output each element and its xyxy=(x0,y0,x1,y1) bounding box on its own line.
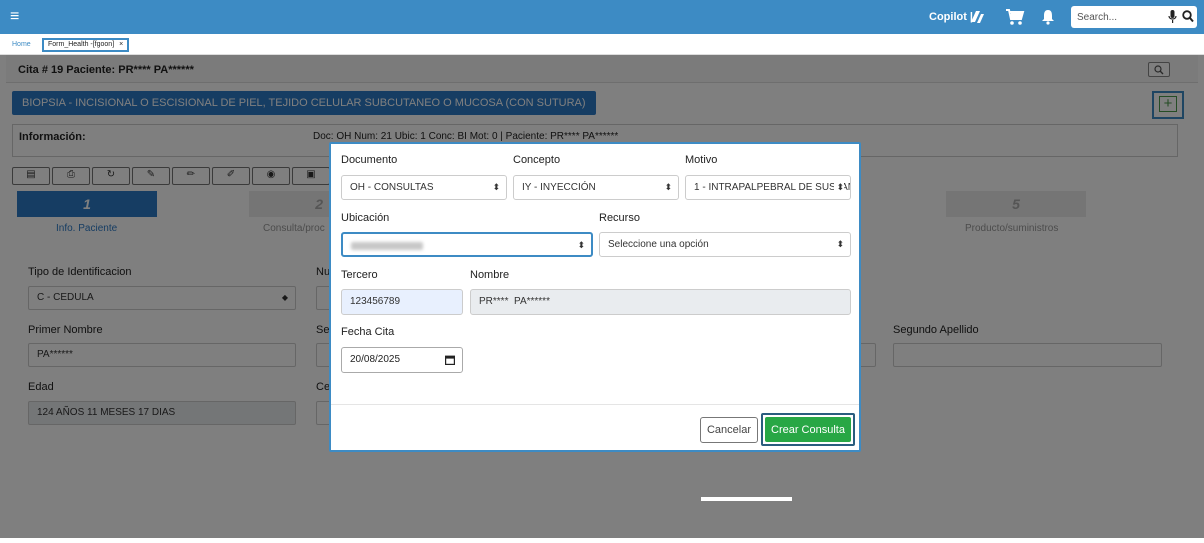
bell-icon[interactable] xyxy=(1041,9,1055,25)
hamburger-icon[interactable]: ≡ xyxy=(10,9,19,25)
ubicacion-blurred-value xyxy=(351,242,423,250)
mic-icon[interactable] xyxy=(1168,10,1177,24)
top-bar: ≡ Copilot | xyxy=(0,0,1204,34)
tab-form-health[interactable]: Form_Health -[fgoon] × xyxy=(42,38,130,52)
copilot-label[interactable]: Copilot | xyxy=(929,11,973,23)
tercero-value: 123456789 xyxy=(350,296,401,307)
calendar-icon[interactable] xyxy=(445,355,455,365)
concepto-select[interactable]: IY - INYECCIÓN ⬍ xyxy=(513,175,679,200)
documento-value: OH - CONSULTAS xyxy=(350,182,434,193)
tabs-row: Home Form_Health -[fgoon] × xyxy=(0,34,1204,55)
copilot-logo-icon[interactable] xyxy=(968,8,986,26)
select-caret-icon: ⬍ xyxy=(662,176,672,199)
concepto-label: Concepto xyxy=(513,154,561,166)
nombre-value: PR**** PA****** xyxy=(479,296,550,307)
recurso-select[interactable]: Seleccione una opción ⬍ xyxy=(599,232,851,257)
crear-consulta-focus-ring: Crear Consulta xyxy=(761,413,855,446)
recurso-label: Recurso xyxy=(599,212,640,224)
documento-select[interactable]: OH - CONSULTAS ⬍ xyxy=(341,175,507,200)
select-caret-icon: ⬍ xyxy=(834,176,844,199)
fecha-cita-label: Fecha Cita xyxy=(341,326,395,338)
nombre-field: PR**** PA****** xyxy=(470,289,851,315)
motivo-select[interactable]: 1 - INTRAPALPEBRAL DE SUSTANCIA ⬍ xyxy=(685,175,851,200)
tab-close-icon[interactable]: × xyxy=(119,41,123,48)
select-caret-icon: ⬍ xyxy=(575,234,585,255)
search-box xyxy=(1071,6,1197,28)
cart-icon[interactable] xyxy=(1005,8,1025,26)
loading-bar xyxy=(701,497,792,501)
fecha-cita-input[interactable]: 20/08/2025 xyxy=(341,347,463,373)
concepto-value: IY - INYECCIÓN xyxy=(522,182,596,193)
tab-form-label: Form_Health -[fgoon] xyxy=(48,41,115,48)
ubicacion-select[interactable]: ⬍ xyxy=(341,232,593,257)
fecha-cita-value: 20/08/2025 xyxy=(350,354,401,365)
select-caret-icon: ⬍ xyxy=(490,176,500,199)
nombre-label: Nombre xyxy=(470,269,510,281)
recurso-value: Seleccione una opción xyxy=(608,239,709,250)
documento-label: Documento xyxy=(341,154,398,166)
tercero-field[interactable]: 123456789 xyxy=(341,289,463,315)
ubicacion-label: Ubicación xyxy=(341,212,390,224)
modal-footer-divider xyxy=(331,404,859,405)
motivo-label: Motivo xyxy=(685,154,718,166)
tercero-label: Tercero xyxy=(341,269,378,281)
crear-consulta-modal: Documento OH - CONSULTAS ⬍ Concepto IY -… xyxy=(329,142,861,452)
search-input[interactable] xyxy=(1077,8,1161,26)
motivo-value: 1 - INTRAPALPEBRAL DE SUSTANCIA xyxy=(694,182,850,193)
tab-home[interactable]: Home xyxy=(12,41,31,48)
crear-consulta-button[interactable]: Crear Consulta xyxy=(765,417,851,442)
select-caret-icon: ⬍ xyxy=(834,233,844,256)
cancel-button[interactable]: Cancelar xyxy=(700,417,758,443)
search-icon[interactable] xyxy=(1182,10,1194,23)
